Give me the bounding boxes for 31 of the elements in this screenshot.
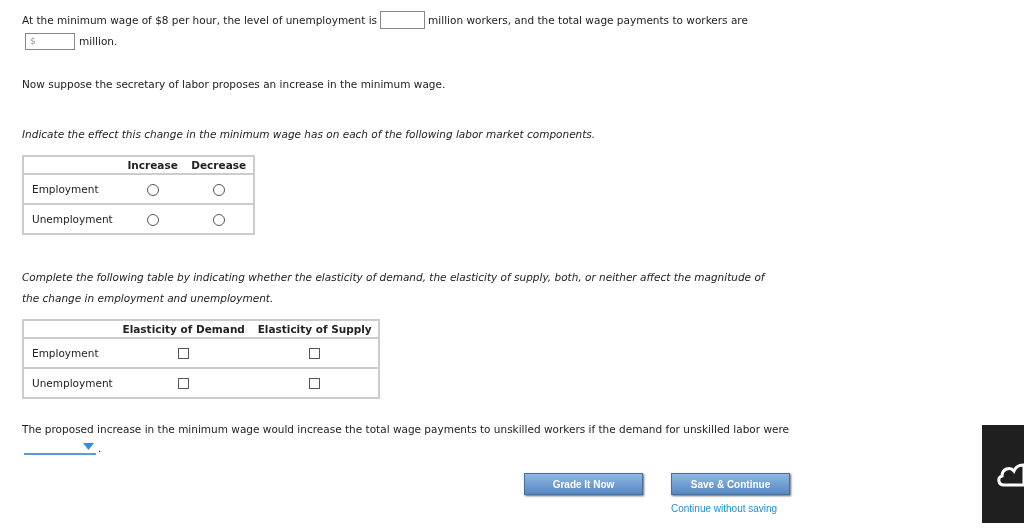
row-label: Employment <box>23 338 117 368</box>
question-text: million workers, and the total wage payments to workers are <box>428 13 748 27</box>
radio-button[interactable] <box>146 183 159 196</box>
continue-link[interactable]: Continue without saving <box>671 503 778 515</box>
radio-button[interactable] <box>212 213 225 226</box>
answer-dropdown[interactable] <box>24 443 96 455</box>
scenario-text: Now suppose the secretary of labor proposes an increase in the minimum wage. <box>22 78 447 91</box>
checkbox[interactable] <box>178 378 190 389</box>
radio-button[interactable] <box>146 213 159 226</box>
instruction-text: Complete the following table by indicating whether the elasticity of demand, the elasticity of supply, both, or neither affect the magnitude of the change in employment and unemployment. <box>22 270 767 306</box>
unemployment-input-field[interactable] <box>380 11 426 29</box>
checkbox[interactable] <box>309 378 321 389</box>
radio-button[interactable] <box>212 183 225 196</box>
column-header: Increase <box>120 156 185 174</box>
punctuation-text: . <box>98 442 102 455</box>
action-button[interactable]: Grade It Now <box>524 473 643 495</box>
row-label: Unemployment <box>23 368 117 398</box>
instruction-text: Indicate the effect this change in the minimum wage has on each of the following labor market components. <box>22 128 597 141</box>
row-label: Employment <box>23 174 121 204</box>
checkbox[interactable] <box>178 348 190 359</box>
action-button[interactable]: Save & Continue <box>671 473 790 495</box>
column-header: Decrease <box>184 156 254 174</box>
question-text: At the minimum wage of $8 per hour, the level of unemployment is <box>22 13 378 27</box>
payments-input-field[interactable]: $ <box>25 32 75 50</box>
question-text: million. <box>79 34 118 48</box>
row-label: Unemployment <box>23 204 121 234</box>
question-text: The proposed increase in the minimum wage would increase the total wage payments to unskilled workers if the demand for unskilled labor were <box>22 423 791 436</box>
column-header: Elasticity of Demand <box>116 320 252 338</box>
dropdown-caret-icon <box>83 443 94 450</box>
column-header: Elasticity of Supply <box>251 320 379 338</box>
checkbox[interactable] <box>309 348 321 359</box>
